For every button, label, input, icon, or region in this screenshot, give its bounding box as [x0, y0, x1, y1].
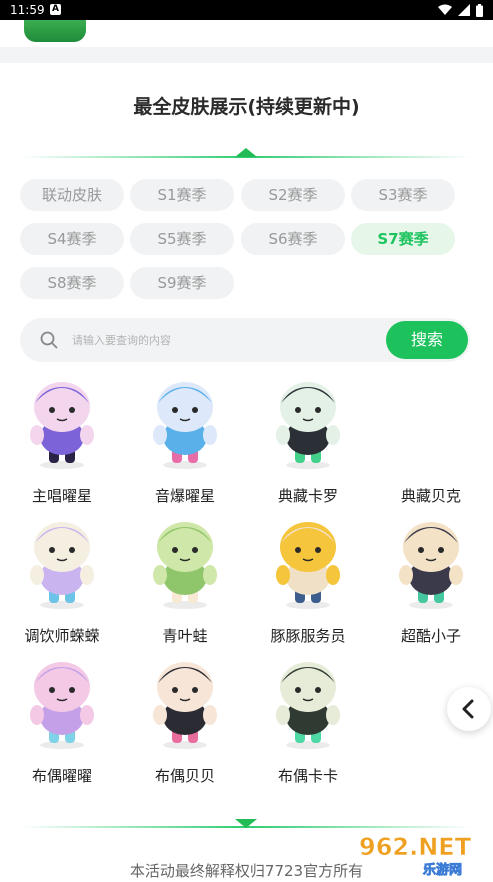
- skin-card[interactable]: 超酷小子: [376, 515, 486, 650]
- search-button[interactable]: 搜索: [386, 321, 468, 359]
- tab-collab[interactable]: 联动皮肤: [20, 179, 124, 211]
- skin-card[interactable]: 典藏卡罗: [253, 375, 363, 510]
- skin-card[interactable]: 布偶卡卡: [253, 655, 363, 790]
- tab-s1[interactable]: S1赛季: [130, 179, 234, 211]
- skin-card[interactable]: 布偶贝贝: [130, 655, 240, 790]
- wifi-icon: [438, 4, 452, 15]
- divider-arrow-icon: [235, 819, 257, 828]
- skin-card[interactable]: 音爆曜星: [130, 375, 240, 510]
- watermark-logo: 962.NET 乐游网: [353, 828, 493, 879]
- skin-figure-image: [276, 382, 340, 469]
- skin-figure-image: [153, 382, 217, 469]
- tab-s2[interactable]: S2赛季: [241, 179, 345, 211]
- skin-name: 主唱曜星: [31, 487, 92, 505]
- skin-figure-image: [399, 522, 463, 609]
- skin-figure-image: [276, 522, 340, 609]
- skin-card[interactable]: 布偶曜曜: [7, 655, 117, 790]
- app-notification-icon: A: [50, 4, 61, 15]
- status-bar: 11:59 A: [0, 0, 493, 20]
- tab-s4[interactable]: S4赛季: [20, 223, 124, 255]
- skin-figure-image: [30, 662, 94, 749]
- skin-figure-image: [30, 522, 94, 609]
- skin-name: 超酷小子: [400, 627, 461, 645]
- skin-card[interactable]: 典藏贝克: [376, 375, 486, 510]
- skin-figure-image: [153, 662, 217, 749]
- skin-name: 布偶贝贝: [154, 767, 215, 785]
- skin-card[interactable]: 青叶蛙: [130, 515, 240, 650]
- skin-name: 音爆曜星: [154, 487, 215, 505]
- search-bar: 请输入要查询的内容 搜索: [20, 318, 470, 362]
- skin-name: 典藏卡罗: [277, 487, 338, 505]
- skin-name: 典藏贝克: [400, 487, 461, 505]
- skin-card[interactable]: 主唱曜星: [7, 375, 117, 510]
- tab-s9[interactable]: S9赛季: [130, 267, 234, 299]
- watermark-brand: 962.NET: [359, 833, 472, 861]
- tab-s3[interactable]: S3赛季: [351, 179, 455, 211]
- skin-figure-image: [30, 382, 94, 469]
- tab-s7[interactable]: S7赛季: [351, 223, 455, 255]
- section-separator: [0, 47, 493, 63]
- skin-card[interactable]: 豚豚服务员: [253, 515, 363, 650]
- skin-name: 青叶蛙: [162, 627, 208, 645]
- skin-figure-image: [153, 522, 217, 609]
- watermark-sub: 乐游网: [423, 862, 462, 878]
- signal-icon: [458, 4, 470, 16]
- skin-name: 调饮师蝾蝾: [24, 627, 100, 645]
- skin-card[interactable]: 调饮师蝾蝾: [7, 515, 117, 650]
- chevron-left-icon: [462, 699, 474, 719]
- previous-thumbnail: [24, 20, 86, 42]
- skin-name: 豚豚服务员: [270, 627, 346, 645]
- search-icon: [40, 331, 58, 349]
- title-divider: [20, 148, 472, 162]
- tab-s5[interactable]: S5赛季: [130, 223, 234, 255]
- divider-arrow-icon: [235, 148, 257, 157]
- battery-icon: [476, 3, 483, 17]
- tab-s6[interactable]: S6赛季: [241, 223, 345, 255]
- skin-name: 布偶卡卡: [277, 767, 338, 785]
- tab-s8[interactable]: S8赛季: [20, 267, 124, 299]
- skin-figure-image: [276, 662, 340, 749]
- skin-name: 布偶曜曜: [31, 767, 92, 785]
- status-icons: [438, 3, 483, 17]
- back-button[interactable]: [447, 687, 491, 731]
- search-input[interactable]: 请输入要查询的内容: [72, 332, 171, 348]
- status-time: 11:59: [10, 3, 45, 17]
- section-title: 最全皮肤展示(持续更新中): [133, 96, 360, 118]
